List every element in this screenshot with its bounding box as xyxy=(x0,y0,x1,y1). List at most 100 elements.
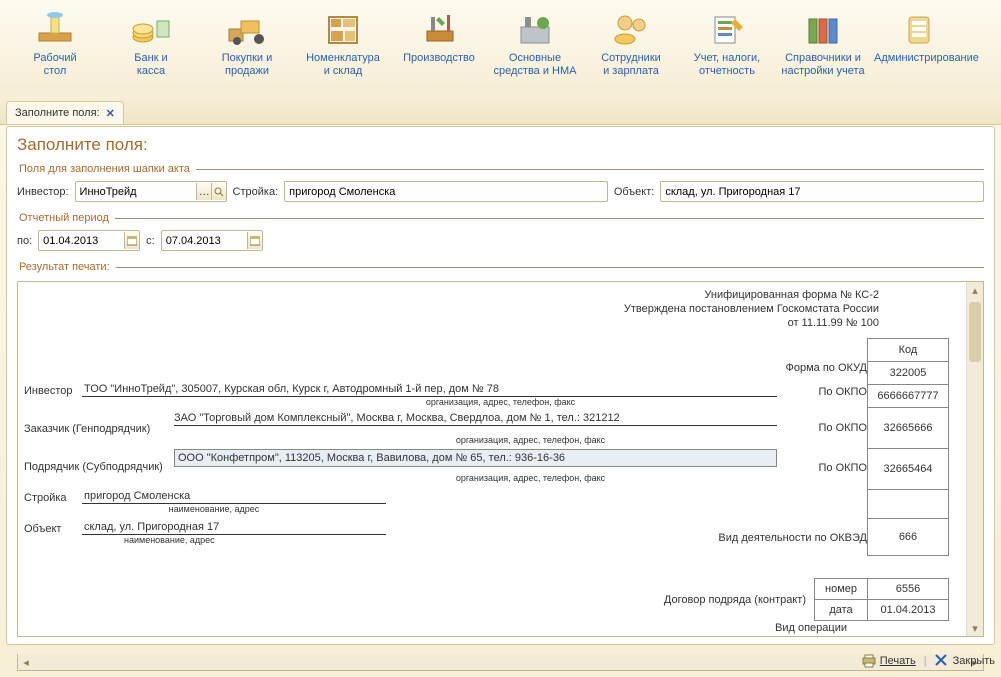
doc-investor-label: Инвестор xyxy=(24,385,82,397)
page-title: Заполните поля: xyxy=(17,135,984,155)
stroyka-field[interactable] xyxy=(284,181,608,202)
okved-value: 666 xyxy=(868,519,949,556)
contract-date-label: дата xyxy=(815,600,868,621)
doc-object-value: склад, ул. Пригородная 17 xyxy=(82,520,386,535)
okpo-label-3: По ОКПО xyxy=(818,462,867,474)
section-sales[interactable]: Покупки ипродажи xyxy=(202,6,292,98)
investor-label: Инвестор: xyxy=(17,186,69,198)
group-header-legend: Поля для заполнения шапки акта xyxy=(17,163,196,175)
contract-num-label: номер xyxy=(815,579,868,600)
doc-uni2: Утверждена постановлением Госкомстата Ро… xyxy=(26,302,879,316)
doc-contract-label: Договор подряда (контракт) xyxy=(664,594,806,606)
group-result: Результат печати: xyxy=(17,261,984,279)
scroll-down-icon[interactable]: ▾ xyxy=(967,620,983,636)
calendar-icon[interactable] xyxy=(247,232,262,249)
section-tax[interactable]: Учет, налоги,отчетность xyxy=(682,6,772,98)
section-stock[interactable]: Номенклатураи склад xyxy=(298,6,388,98)
section-label: Учет, налоги,отчетность xyxy=(682,52,772,78)
investor-okpo: 6666667777 xyxy=(868,385,949,408)
truck-icon xyxy=(224,10,270,48)
stroyka-label: Стройка: xyxy=(233,186,279,198)
section-assets[interactable]: Основныесредства и НМА xyxy=(490,6,580,98)
section-label: Администрирование xyxy=(874,52,964,65)
date-to-field[interactable] xyxy=(161,230,263,251)
scroll-thumb[interactable] xyxy=(969,302,981,362)
period-from-label: по: xyxy=(17,235,32,247)
close-button[interactable]: Закрыть xyxy=(935,654,995,668)
report-icon xyxy=(704,10,750,48)
doc-zakazchik-label: Заказчик (Генподрядчик) xyxy=(24,411,174,435)
zakazchik-okpo: 32665666 xyxy=(868,408,949,449)
object-input[interactable] xyxy=(661,183,983,200)
contract-table: номер 6556 дата 01.04.2013 xyxy=(814,578,949,621)
okpo-label-1: По ОКПО xyxy=(818,386,867,398)
doc-podryadchik-sub: организация, адрес, телефон, факс xyxy=(284,473,777,483)
section-admin[interactable]: Администрирование xyxy=(874,6,964,98)
section-label: Покупки ипродажи xyxy=(202,52,292,78)
section-refs[interactable]: Справочники инастройки учета xyxy=(778,6,868,98)
scroll-up-icon[interactable]: ▴ xyxy=(967,282,983,298)
bottom-bar: Печать | Закрыть xyxy=(6,649,995,673)
investor-input[interactable] xyxy=(76,183,197,200)
doc-zakazchik-value: ЗАО "Торговый дом Комплексный", Москва г… xyxy=(174,411,777,426)
section-bank[interactable]: Банк икасса xyxy=(106,6,196,98)
date-to-input[interactable] xyxy=(162,232,247,249)
tab-form[interactable]: Заполните поля: ✕ xyxy=(6,101,124,124)
print-button[interactable]: Печать xyxy=(862,654,916,668)
tab-strip: Заполните поля: ✕ xyxy=(0,100,1001,125)
object-label: Объект: xyxy=(614,186,655,198)
coins-icon xyxy=(128,10,174,48)
section-desktop[interactable]: Рабочийстол xyxy=(10,6,100,98)
vertical-scrollbar[interactable]: ▴ ▾ xyxy=(966,282,983,636)
section-label: Основныесредства и НМА xyxy=(490,52,580,78)
section-label: Производство xyxy=(394,52,484,65)
group-result-legend: Результат печати: xyxy=(17,261,116,273)
section-production[interactable]: Производство xyxy=(394,6,484,98)
section-label: Номенклатураи склад xyxy=(298,52,388,78)
desk-icon xyxy=(32,10,78,48)
date-from-input[interactable] xyxy=(39,232,124,249)
okpo-label-2: По ОКПО xyxy=(818,422,867,434)
group-period-legend: Отчетный период xyxy=(17,212,115,224)
doc-vid-oper: Вид операции xyxy=(775,622,847,634)
object-field[interactable] xyxy=(660,181,984,202)
podryadchik-okpo: 32665464 xyxy=(868,449,949,490)
doc-object-label: Объект xyxy=(24,523,82,535)
stroyka-code xyxy=(868,490,949,519)
print-preview: Унифицированная форма № КС-2 Утверждена … xyxy=(17,281,984,637)
section-label: Рабочийстол xyxy=(10,52,100,78)
tab-title: Заполните поля: xyxy=(15,107,100,119)
investor-field[interactable]: … xyxy=(75,181,227,202)
people-icon xyxy=(608,10,654,48)
tools-icon xyxy=(416,10,462,48)
server-icon xyxy=(896,10,942,48)
search-icon[interactable] xyxy=(211,183,226,200)
shelf-icon xyxy=(320,10,366,48)
doc-podryadchik-value[interactable]: ООО "Конфетпром", 113205, Москва г, Вави… xyxy=(174,449,777,467)
print-label: Печать xyxy=(880,655,916,667)
stroyka-input[interactable] xyxy=(285,183,607,200)
doc-uniform-header: Унифицированная форма № КС-2 Утверждена … xyxy=(26,288,959,330)
doc-uni1: Унифицированная форма № КС-2 xyxy=(26,288,879,302)
section-label: Сотрудникии зарплата xyxy=(586,52,676,78)
document-body: Унифицированная форма № КС-2 Утверждена … xyxy=(18,282,967,636)
section-staff[interactable]: Сотрудникии зарплата xyxy=(586,6,676,98)
doc-uni3: от 11.11.99 № 100 xyxy=(26,316,879,330)
doc-zakazchik-sub: организация, адрес, телефон, факс xyxy=(284,435,777,445)
close-icon[interactable]: ✕ xyxy=(106,107,115,120)
okud-value: 322005 xyxy=(868,362,949,385)
section-label: Справочники инастройки учета xyxy=(778,52,868,78)
date-from-field[interactable] xyxy=(38,230,140,251)
binders-icon xyxy=(800,10,846,48)
code-header: Код xyxy=(868,339,949,362)
section-toolbar: Рабочийстол Банк икасса Покупки ипродажи… xyxy=(0,0,1001,100)
group-period: Отчетный период по: с: xyxy=(17,212,984,255)
close-icon xyxy=(935,654,949,668)
doc-stroyka-sub: наименование, адрес xyxy=(84,504,344,514)
contract-num-value: 6556 xyxy=(868,579,949,600)
dropdown-icon[interactable]: … xyxy=(196,183,211,200)
calendar-icon[interactable] xyxy=(124,232,139,249)
okud-label: Форма по ОКУД xyxy=(786,362,868,374)
printer-icon xyxy=(862,654,876,668)
doc-investor-value: ТОО "ИнноТрейд", 305007, Курская обл, Ку… xyxy=(82,382,777,397)
